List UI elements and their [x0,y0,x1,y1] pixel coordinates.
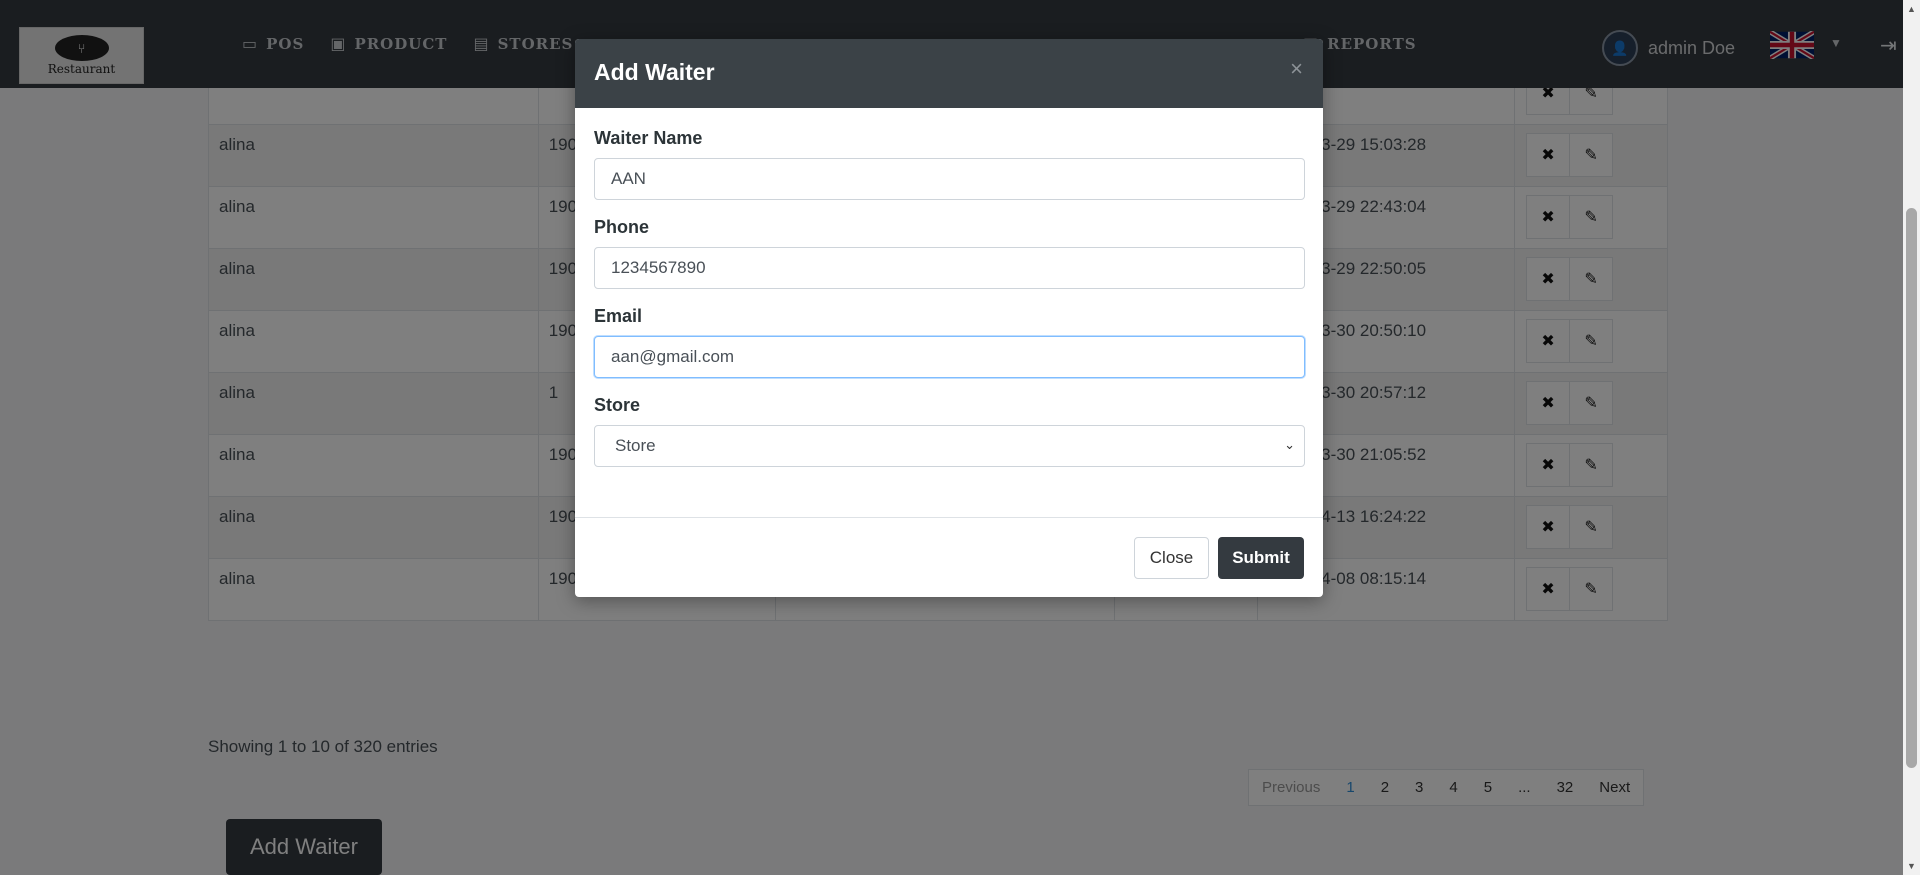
store-select-value[interactable]: Store [594,425,1305,467]
modal-title: Add Waiter [594,59,715,85]
close-icon[interactable]: × [1284,55,1309,83]
modal-body: Waiter Name Phone Email Store Store ⌄ [575,108,1323,467]
phone-input[interactable] [594,247,1305,289]
scroll-down-icon[interactable]: ▼ [1907,861,1916,871]
waiter-name-group: Waiter Name [594,128,1305,200]
chevron-down-icon: ⌄ [1284,437,1295,452]
store-label: Store [594,395,641,415]
submit-button[interactable]: Submit [1218,537,1304,579]
scroll-up-icon[interactable]: ▲ [1907,4,1916,14]
modal-footer: Close Submit [575,517,1323,597]
email-group: Email [594,306,1305,378]
phone-group: Phone [594,217,1305,289]
store-group: Store Store ⌄ [594,395,1305,467]
close-button[interactable]: Close [1134,537,1209,579]
email-input[interactable] [594,336,1305,378]
store-select[interactable]: Store ⌄ [594,425,1305,467]
phone-label: Phone [594,217,650,237]
page-scrollbar[interactable]: ▲ ▼ [1903,0,1920,875]
modal-header: Add Waiter × [575,39,1323,108]
waiter-name-input[interactable] [594,158,1305,200]
add-waiter-modal: Add Waiter × Waiter Name Phone Email Sto… [575,39,1323,597]
email-label: Email [594,306,643,326]
waiter-name-label: Waiter Name [594,128,703,148]
scrollbar-thumb[interactable] [1906,208,1917,768]
